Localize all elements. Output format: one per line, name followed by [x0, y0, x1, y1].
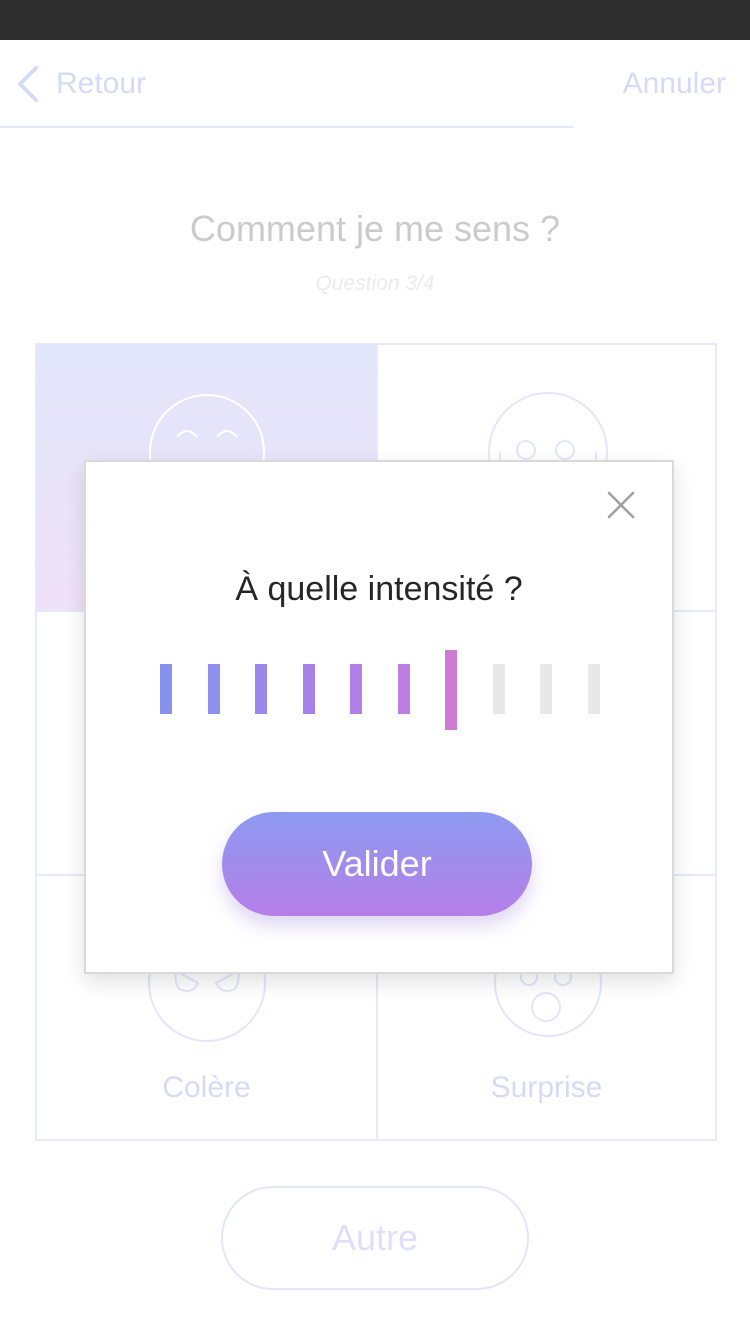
intensity-tick-3[interactable] [255, 664, 267, 714]
modal-title: À quelle intensité ? [235, 570, 523, 608]
other-emotion-button[interactable]: Autre [221, 1186, 529, 1290]
page-title: Comment je me sens ? [189, 208, 561, 249]
intensity-tick-6[interactable] [397, 664, 410, 714]
close-icon[interactable] [606, 490, 636, 520]
emotion-label-surprise: Surprise [490, 1071, 603, 1104]
emotion-label-anger: Colère [162, 1071, 251, 1104]
nav-divider [0, 126, 573, 128]
back-label: Retour [56, 67, 147, 100]
intensity-tick-4[interactable] [302, 664, 315, 714]
intensity-tick-10[interactable] [587, 664, 600, 714]
intensity-tick-9[interactable] [540, 664, 552, 714]
intensity-tick-7[interactable] [445, 650, 457, 730]
intensity-modal: À quelle intensité ? Valider [84, 460, 674, 974]
cancel-button[interactable]: Annuler [623, 62, 726, 106]
question-counter: Question 3/4 [315, 272, 435, 295]
intensity-tick-5[interactable] [350, 664, 362, 714]
intensity-tick-2[interactable] [207, 664, 220, 714]
validate-button[interactable]: Valider [222, 812, 532, 916]
back-button[interactable]: Retour [14, 62, 146, 106]
chevron-left-icon [18, 66, 38, 102]
intensity-tick-1[interactable] [160, 664, 172, 714]
intensity-scale[interactable] [160, 650, 604, 732]
status-bar [0, 0, 750, 40]
intensity-tick-8[interactable] [492, 664, 505, 714]
